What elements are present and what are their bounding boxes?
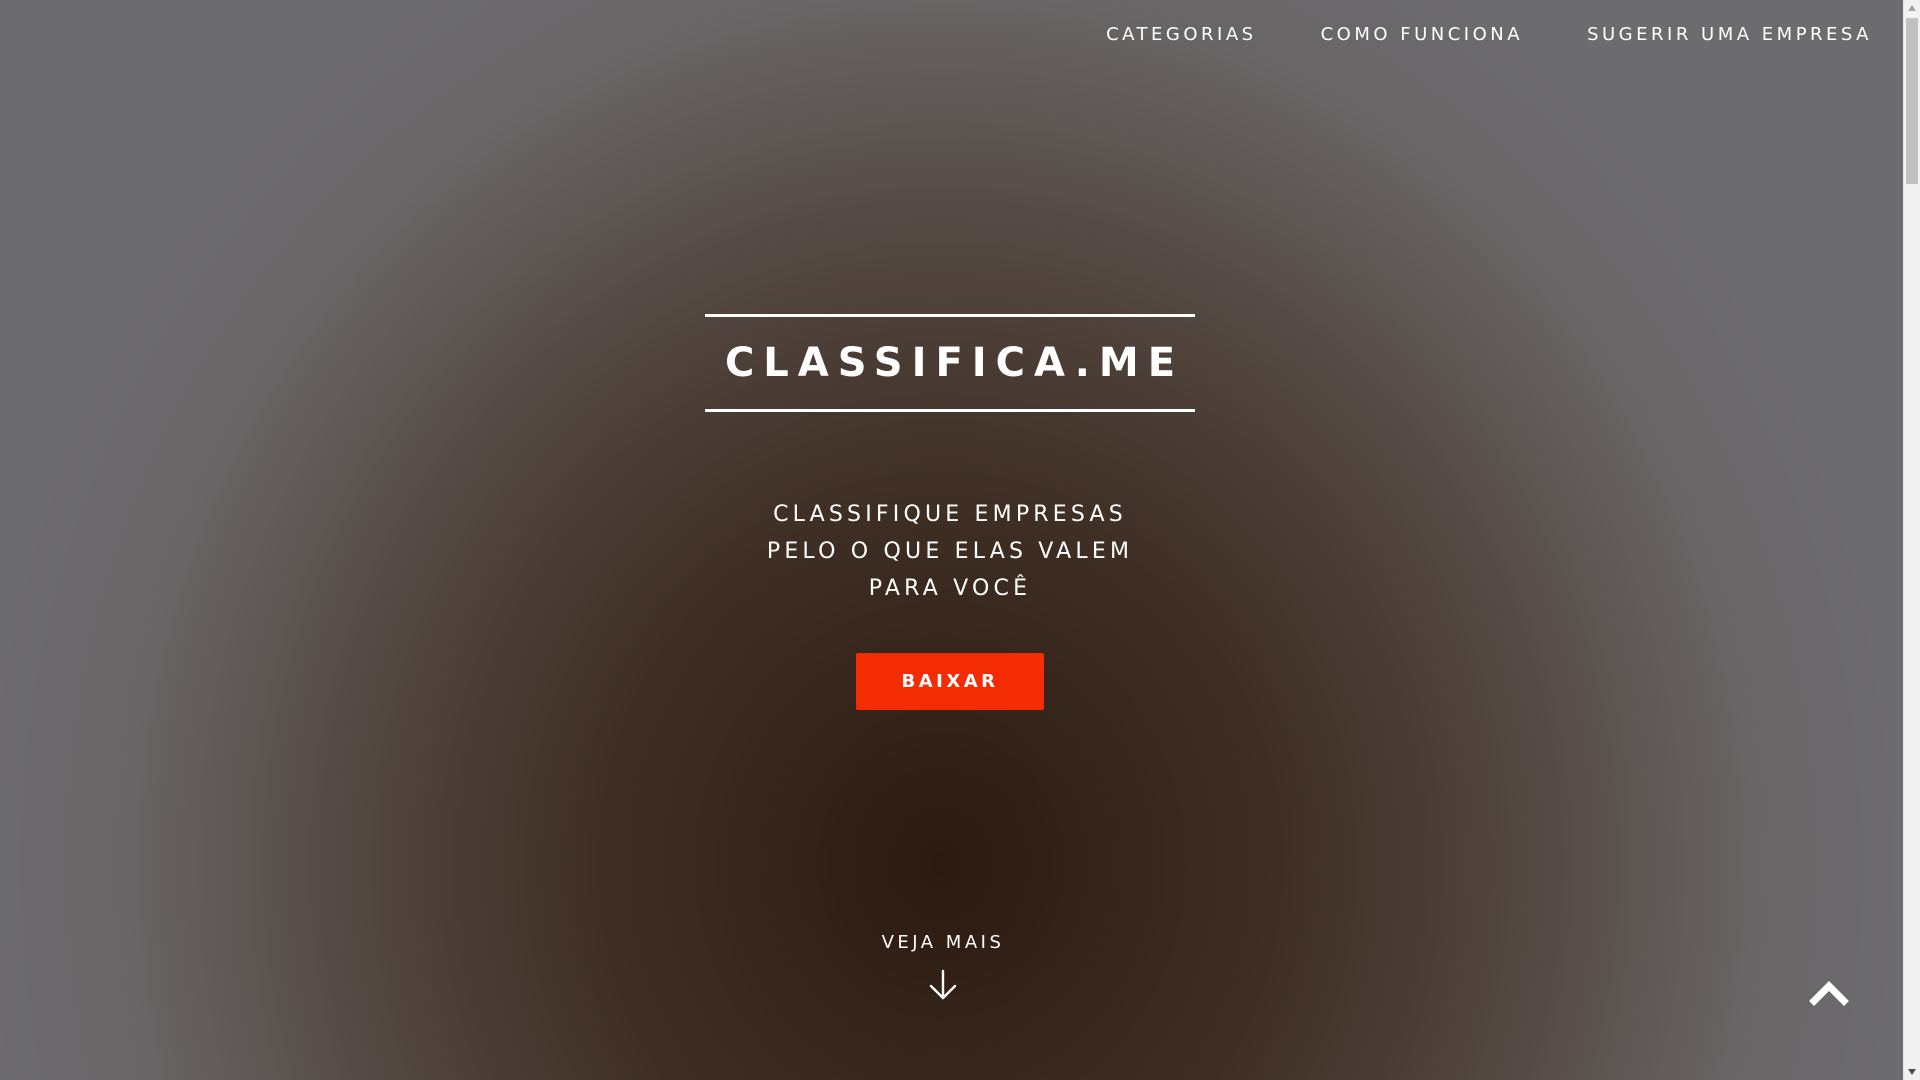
hero: CLASSIFICA.ME CLASSIFIQUE EMPRESAS PELO … [0, 314, 1900, 710]
site-logo: CLASSIFICA.ME [724, 340, 1185, 386]
download-button[interactable]: BAIXAR [856, 653, 1044, 710]
scrollbar-thumb[interactable] [1906, 18, 1918, 184]
see-more-label: VEJA MAIS [881, 932, 1005, 953]
back-to-top-button[interactable] [1809, 977, 1849, 1007]
arrow-down-icon [928, 969, 958, 1005]
tagline: CLASSIFIQUE EMPRESAS PELO O QUE ELAS VAL… [767, 496, 1133, 607]
top-nav: CATEGORIAS COMO FUNCIONA SUGERIR UMA EMP… [1106, 24, 1872, 45]
see-more-link[interactable]: VEJA MAIS [843, 932, 1043, 1005]
scroll-down-arrow-icon[interactable] [1904, 1064, 1920, 1080]
tagline-line: PARA VOCÊ [868, 576, 1032, 601]
chevron-up-icon [1809, 981, 1849, 1011]
scroll-up-arrow-icon[interactable] [1904, 0, 1920, 16]
tagline-line: CLASSIFIQUE EMPRESAS [773, 502, 1127, 527]
nav-item-categorias[interactable]: CATEGORIAS [1106, 24, 1257, 45]
logo-box: CLASSIFICA.ME [705, 314, 1195, 412]
scrollbar[interactable] [1903, 0, 1920, 1080]
tagline-line: PELO O QUE ELAS VALEM [766, 539, 1134, 564]
nav-item-como-funciona[interactable]: COMO FUNCIONA [1321, 24, 1523, 45]
page: CATEGORIAS COMO FUNCIONA SUGERIR UMA EMP… [0, 0, 1900, 1080]
nav-item-sugerir-empresa[interactable]: SUGERIR UMA EMPRESA [1587, 24, 1872, 45]
